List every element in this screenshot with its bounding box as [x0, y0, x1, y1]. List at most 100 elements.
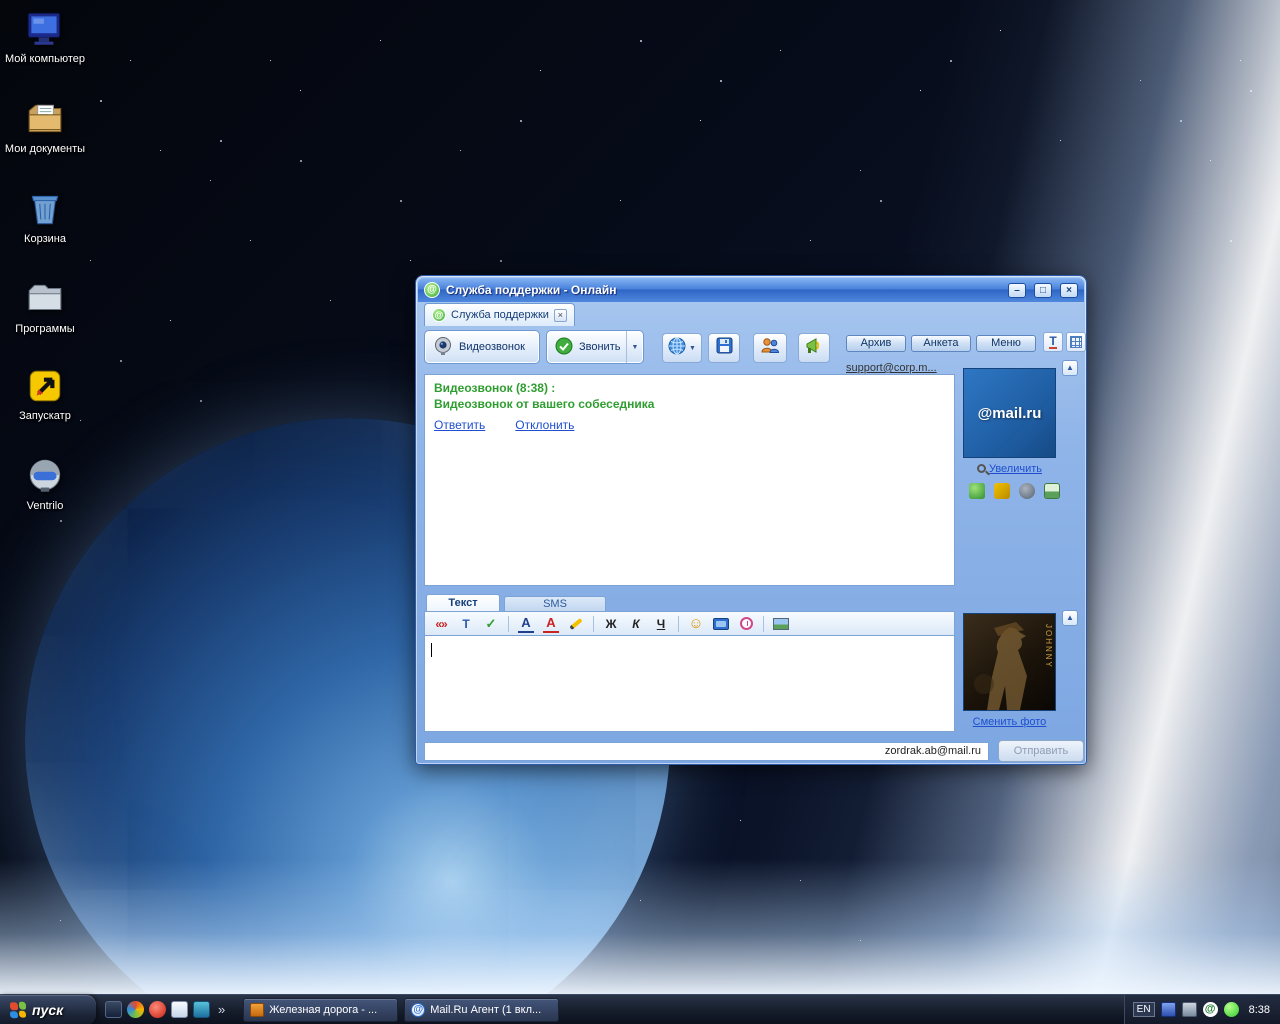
- broadcast-button[interactable]: [798, 333, 830, 363]
- mailru-agent-window: @ Служба поддержки - Онлайн – □ × @ Служ…: [415, 275, 1087, 765]
- decline-link[interactable]: Отклонить: [515, 418, 574, 432]
- quicklaunch-browser-icon[interactable]: [127, 1001, 144, 1018]
- web-services-button[interactable]: ▼: [662, 333, 702, 363]
- task-label: Железная дорога - ...: [269, 1003, 378, 1016]
- call-button[interactable]: Звонить ▼: [546, 330, 644, 364]
- highlighter-button[interactable]: [568, 615, 584, 633]
- start-button[interactable]: пуск: [0, 994, 96, 1024]
- agent-task-icon: @: [411, 1002, 426, 1017]
- task-railroad[interactable]: Железная дорога - ...: [243, 997, 399, 1022]
- video-smiley-button[interactable]: [713, 615, 729, 633]
- tab-text[interactable]: Текст: [426, 594, 500, 611]
- desktop-icon-label: Запускатр: [19, 410, 71, 422]
- wallpaper-stars-bright: [0, 0, 2, 2]
- quicklaunch-desktop-icon[interactable]: [193, 1001, 210, 1018]
- chat-event-line: Видеозвонок (8:38) :: [434, 381, 556, 395]
- spellcheck-button[interactable]: ✓: [483, 615, 499, 633]
- language-indicator[interactable]: EN: [1132, 1002, 1155, 1017]
- magnifier-icon: [976, 464, 986, 473]
- desktop-icon-label: Мои документы: [4, 143, 86, 155]
- app-icon: @: [424, 282, 440, 298]
- contact-card-icon[interactable]: [1044, 483, 1060, 499]
- taskbar: пуск » Железная дорога - ... @ Mail.Ru А…: [0, 994, 1280, 1024]
- quick-launch: »: [96, 1001, 237, 1018]
- maximize-button[interactable]: □: [1034, 282, 1052, 298]
- contact-webcam-icon[interactable]: [1019, 483, 1035, 499]
- desktop-icon-my-documents[interactable]: Мои документы: [2, 98, 88, 156]
- desktop-icon-programs[interactable]: Программы: [2, 278, 88, 336]
- desktop-icon-launcher[interactable]: Запускатр: [2, 365, 88, 423]
- grid-icon: [1070, 336, 1082, 348]
- quicklaunch-more-icon[interactable]: »: [215, 1002, 228, 1017]
- translit-button[interactable]: Т: [1043, 332, 1063, 352]
- video-call-button[interactable]: Видеозвонок: [424, 330, 540, 364]
- quicklaunch-document-icon[interactable]: [171, 1001, 188, 1018]
- contact-status-action-icon[interactable]: [969, 483, 985, 499]
- chat-history-area[interactable]: Видеозвонок (8:38) : Видеозвонок от ваше…: [424, 374, 955, 586]
- translit-icon: Т: [1049, 334, 1057, 349]
- desktop-icon-label: Программы: [15, 323, 75, 335]
- tray-network-icon[interactable]: [1181, 1002, 1197, 1017]
- call-label: Звонить: [579, 341, 621, 353]
- desktop: Мой компьютер Мои документы Корзина Прог…: [0, 0, 1280, 1024]
- desktop-icon-label: Корзина: [24, 233, 66, 245]
- contact-edit-icon[interactable]: [994, 483, 1010, 499]
- contacts-button[interactable]: [753, 333, 787, 363]
- window-toolbar: Видеозвонок Звонить ▼ ▼ Архив Анкета Мен…: [418, 327, 1086, 369]
- insert-image-button[interactable]: [773, 615, 789, 633]
- answer-link[interactable]: Ответить: [434, 418, 485, 432]
- my-computer-icon: [24, 8, 66, 50]
- my-avatar-image[interactable]: JOHNNY: [963, 613, 1056, 711]
- font-button[interactable]: A: [518, 615, 534, 633]
- translit-format-button[interactable]: Т: [458, 615, 474, 633]
- tv-icon: [713, 617, 729, 630]
- tab-support-chat[interactable]: @ Служба поддержки ×: [424, 303, 575, 326]
- profile-button[interactable]: Анкета: [911, 335, 971, 352]
- clock[interactable]: 8:38: [1245, 1004, 1270, 1016]
- message-input-area[interactable]: [424, 636, 955, 732]
- tab-sms[interactable]: SMS: [504, 596, 606, 611]
- tray-status-icon[interactable]: [1223, 1002, 1239, 1017]
- save-history-button[interactable]: [708, 333, 740, 363]
- minimize-button[interactable]: –: [1008, 282, 1026, 298]
- windows-logo-icon: [10, 1000, 26, 1019]
- desktop-icon-label: Ventrilo: [26, 500, 64, 512]
- quote-button[interactable]: «»: [433, 615, 449, 633]
- italic-button[interactable]: К: [628, 615, 644, 633]
- picture-icon: [773, 617, 789, 630]
- tab-close-icon[interactable]: ×: [553, 308, 567, 322]
- close-button[interactable]: ×: [1060, 282, 1078, 298]
- collapse-photo-panel-icon[interactable]: ▲: [1062, 610, 1078, 626]
- self-email-field[interactable]: zordrak.ab@mail.ru: [424, 742, 989, 761]
- desktop-icon-recycle-bin[interactable]: Корзина: [2, 188, 88, 246]
- send-button[interactable]: Отправить: [998, 740, 1084, 762]
- enlarge-photo-link[interactable]: Увеличить: [963, 463, 1056, 475]
- quicklaunch-media-icon[interactable]: [149, 1001, 166, 1018]
- contact-avatar-image[interactable]: @mail.ru: [963, 368, 1056, 458]
- font-color-button[interactable]: A: [543, 615, 559, 633]
- desktop-icon-ventrilo[interactable]: Ventrilo: [2, 455, 88, 513]
- task-mailru-agent[interactable]: @ Mail.Ru Агент (1 вкл...: [404, 997, 560, 1022]
- wakeup-button[interactable]: [738, 615, 754, 633]
- toolbar-separator: [593, 615, 594, 632]
- conversation-tabs: @ Служба поддержки ×: [424, 303, 575, 326]
- quicklaunch-keyboard-icon[interactable]: [105, 1001, 122, 1018]
- archive-button[interactable]: Архив: [846, 335, 906, 352]
- contact-status-icon: @: [432, 308, 446, 322]
- wallpaper-horizon-glow: [0, 859, 1280, 994]
- layout-grid-button[interactable]: [1066, 332, 1086, 352]
- contact-email-link[interactable]: support@corp.m...: [846, 362, 952, 374]
- desktop-icon-my-computer[interactable]: Мой компьютер: [2, 8, 88, 66]
- underline-button[interactable]: Ч: [653, 615, 669, 633]
- change-photo-link[interactable]: Сменить фото: [963, 716, 1056, 728]
- mailru-logo: @mail.ru: [977, 404, 1042, 422]
- people-icon: [760, 337, 780, 359]
- bold-button[interactable]: Ж: [603, 615, 619, 633]
- tray-display-icon[interactable]: [1160, 1002, 1176, 1017]
- menu-button[interactable]: Меню: [976, 335, 1036, 352]
- call-dropdown-icon[interactable]: ▼: [626, 331, 638, 363]
- collapse-panel-icon[interactable]: ▲: [1062, 360, 1078, 376]
- window-titlebar[interactable]: @ Служба поддержки - Онлайн – □ ×: [418, 278, 1084, 302]
- tray-agent-icon[interactable]: @: [1202, 1002, 1218, 1017]
- emoticons-button[interactable]: ☺: [688, 615, 704, 633]
